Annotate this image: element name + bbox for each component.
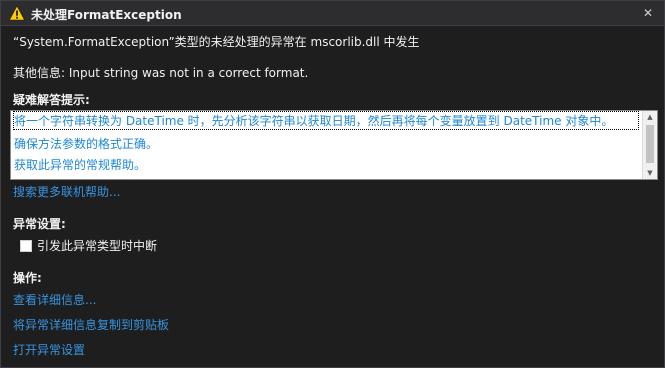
troubleshooting-heading: 疑难解答提示: xyxy=(13,93,90,107)
scroll-down-icon[interactable]: ▼ xyxy=(643,167,657,179)
actions-heading: 操作: xyxy=(13,271,42,285)
exception-settings-heading: 异常设置: xyxy=(13,217,66,231)
scroll-thumb[interactable] xyxy=(646,125,654,163)
additional-info: 其他信息: Input string was not in a correct … xyxy=(13,66,309,80)
exception-message: “System.FormatException”类型的未经处理的异常在 msco… xyxy=(13,35,420,49)
exception-helper-dialog: 未处理FormatException ✕ “System.FormatExcep… xyxy=(0,0,665,368)
search-more-online-help-link[interactable]: 搜索更多联机帮助... xyxy=(13,183,120,200)
warning-icon xyxy=(9,5,25,21)
close-icon[interactable]: ✕ xyxy=(638,3,658,23)
tip-general-help[interactable]: 获取此异常的常规帮助。 xyxy=(14,156,146,173)
dialog-title: 未处理FormatException xyxy=(31,8,182,22)
break-on-exception-label[interactable]: 引发此异常类型时中断 xyxy=(37,237,157,254)
tips-scrollbar[interactable]: ▲ ▼ xyxy=(642,111,657,179)
tip-datetime-conversion[interactable]: 将一个字符串转换为 DateTime 时，先分析该字符串以获取日期，然后再将每个… xyxy=(13,111,639,130)
open-exception-settings-link[interactable]: 打开异常设置 xyxy=(13,341,85,358)
troubleshooting-tips-list[interactable]: 将一个字符串转换为 DateTime 时，先分析该字符串以获取日期，然后再将每个… xyxy=(10,110,658,180)
titlebar: 未处理FormatException ✕ xyxy=(1,1,664,26)
tip-method-arguments-format[interactable]: 确保方法参数的格式正确。 xyxy=(14,135,158,152)
copy-details-to-clipboard-link[interactable]: 将异常详细信息复制到剪贴板 xyxy=(13,316,169,333)
break-on-exception-checkbox[interactable] xyxy=(20,240,32,252)
view-details-link[interactable]: 查看详细信息... xyxy=(13,291,96,308)
scroll-up-icon[interactable]: ▲ xyxy=(643,111,657,123)
